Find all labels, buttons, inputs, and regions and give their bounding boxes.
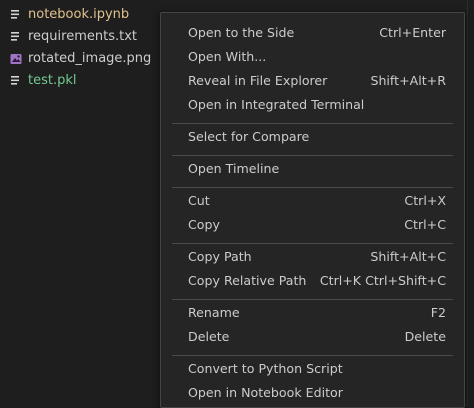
menu-item-open-in-notebook-editor[interactable]: Open in Notebook Editor bbox=[162, 381, 463, 405]
menu-item-reveal-in-explorer[interactable]: Reveal in File Explorer Shift+Alt+R bbox=[162, 69, 463, 93]
menu-item-shortcut: Ctrl+C bbox=[404, 217, 446, 232]
menu-item-shortcut: Shift+Alt+R bbox=[370, 73, 446, 88]
menu-separator bbox=[172, 243, 453, 244]
menu-item-label: Copy bbox=[188, 217, 220, 232]
menu-item-copy-relative-path[interactable]: Copy Relative Path Ctrl+K Ctrl+Shift+C bbox=[162, 269, 463, 293]
explorer-panel: notebook.ipynb requirements.txt rotated_… bbox=[0, 0, 474, 408]
file-name: requirements.txt bbox=[28, 29, 138, 44]
menu-item-label: Copy Relative Path bbox=[188, 273, 307, 288]
menu-separator bbox=[172, 155, 453, 156]
menu-separator bbox=[172, 123, 453, 124]
menu-item-label: Convert to Python Script bbox=[188, 361, 343, 376]
menu-item-shortcut: Delete bbox=[404, 329, 446, 344]
menu-item-label: Delete bbox=[188, 329, 230, 344]
menu-separator bbox=[172, 187, 453, 188]
menu-item-open-in-terminal[interactable]: Open in Integrated Terminal bbox=[162, 93, 463, 117]
menu-item-delete[interactable]: Delete Delete bbox=[162, 325, 463, 349]
menu-item-open-timeline[interactable]: Open Timeline bbox=[162, 157, 463, 181]
file-name: notebook.ipynb bbox=[28, 7, 130, 22]
menu-item-label: Cut bbox=[188, 193, 210, 208]
menu-item-label: Rename bbox=[188, 305, 240, 320]
menu-item-shortcut: Ctrl+X bbox=[404, 193, 446, 208]
menu-item-label: Reveal in File Explorer bbox=[188, 73, 328, 88]
menu-item-shortcut: Shift+Alt+C bbox=[370, 249, 446, 264]
menu-item-cut[interactable]: Cut Ctrl+X bbox=[162, 189, 463, 213]
menu-item-shortcut: Ctrl+Enter bbox=[379, 25, 446, 40]
menu-item-copy[interactable]: Copy Ctrl+C bbox=[162, 213, 463, 237]
file-item-test-pkl[interactable]: test.pkl bbox=[0, 70, 160, 92]
menu-item-label: Open in Integrated Terminal bbox=[188, 97, 365, 112]
menu-separator bbox=[172, 299, 453, 300]
text-file-icon bbox=[11, 32, 19, 41]
file-name: rotated_image.png bbox=[28, 51, 152, 66]
menu-item-open-with[interactable]: Open With... bbox=[162, 45, 463, 69]
menu-item-shortcut: Ctrl+K Ctrl+Shift+C bbox=[319, 273, 446, 288]
menu-item-label: Copy Path bbox=[188, 249, 252, 264]
menu-item-copy-path[interactable]: Copy Path Shift+Alt+C bbox=[162, 245, 463, 269]
editor-scrollbar[interactable] bbox=[467, 0, 474, 406]
notebook-icon bbox=[11, 10, 19, 19]
menu-item-label: Open Timeline bbox=[188, 161, 280, 176]
file-name: test.pkl bbox=[28, 73, 77, 88]
context-menu: Open to the Side Ctrl+Enter Open With...… bbox=[160, 12, 465, 408]
menu-item-convert-to-python[interactable]: Convert to Python Script bbox=[162, 357, 463, 381]
menu-item-label: Select for Compare bbox=[188, 129, 310, 144]
file-item-requirements[interactable]: requirements.txt bbox=[0, 26, 160, 48]
menu-item-label: Open With... bbox=[188, 49, 267, 64]
file-item-notebook[interactable]: notebook.ipynb bbox=[0, 4, 160, 26]
menu-item-open-to-side[interactable]: Open to the Side Ctrl+Enter bbox=[162, 21, 463, 45]
menu-item-label: Open to the Side bbox=[188, 25, 295, 40]
file-item-rotated-image[interactable]: rotated_image.png bbox=[0, 48, 160, 70]
menu-item-rename[interactable]: Rename F2 bbox=[162, 301, 463, 325]
image-file-icon bbox=[10, 54, 22, 64]
menu-item-select-for-compare[interactable]: Select for Compare bbox=[162, 125, 463, 149]
menu-separator bbox=[172, 355, 453, 356]
file-lines-icon bbox=[11, 76, 19, 85]
menu-item-shortcut: F2 bbox=[430, 305, 446, 320]
menu-item-label: Open in Notebook Editor bbox=[188, 385, 343, 400]
